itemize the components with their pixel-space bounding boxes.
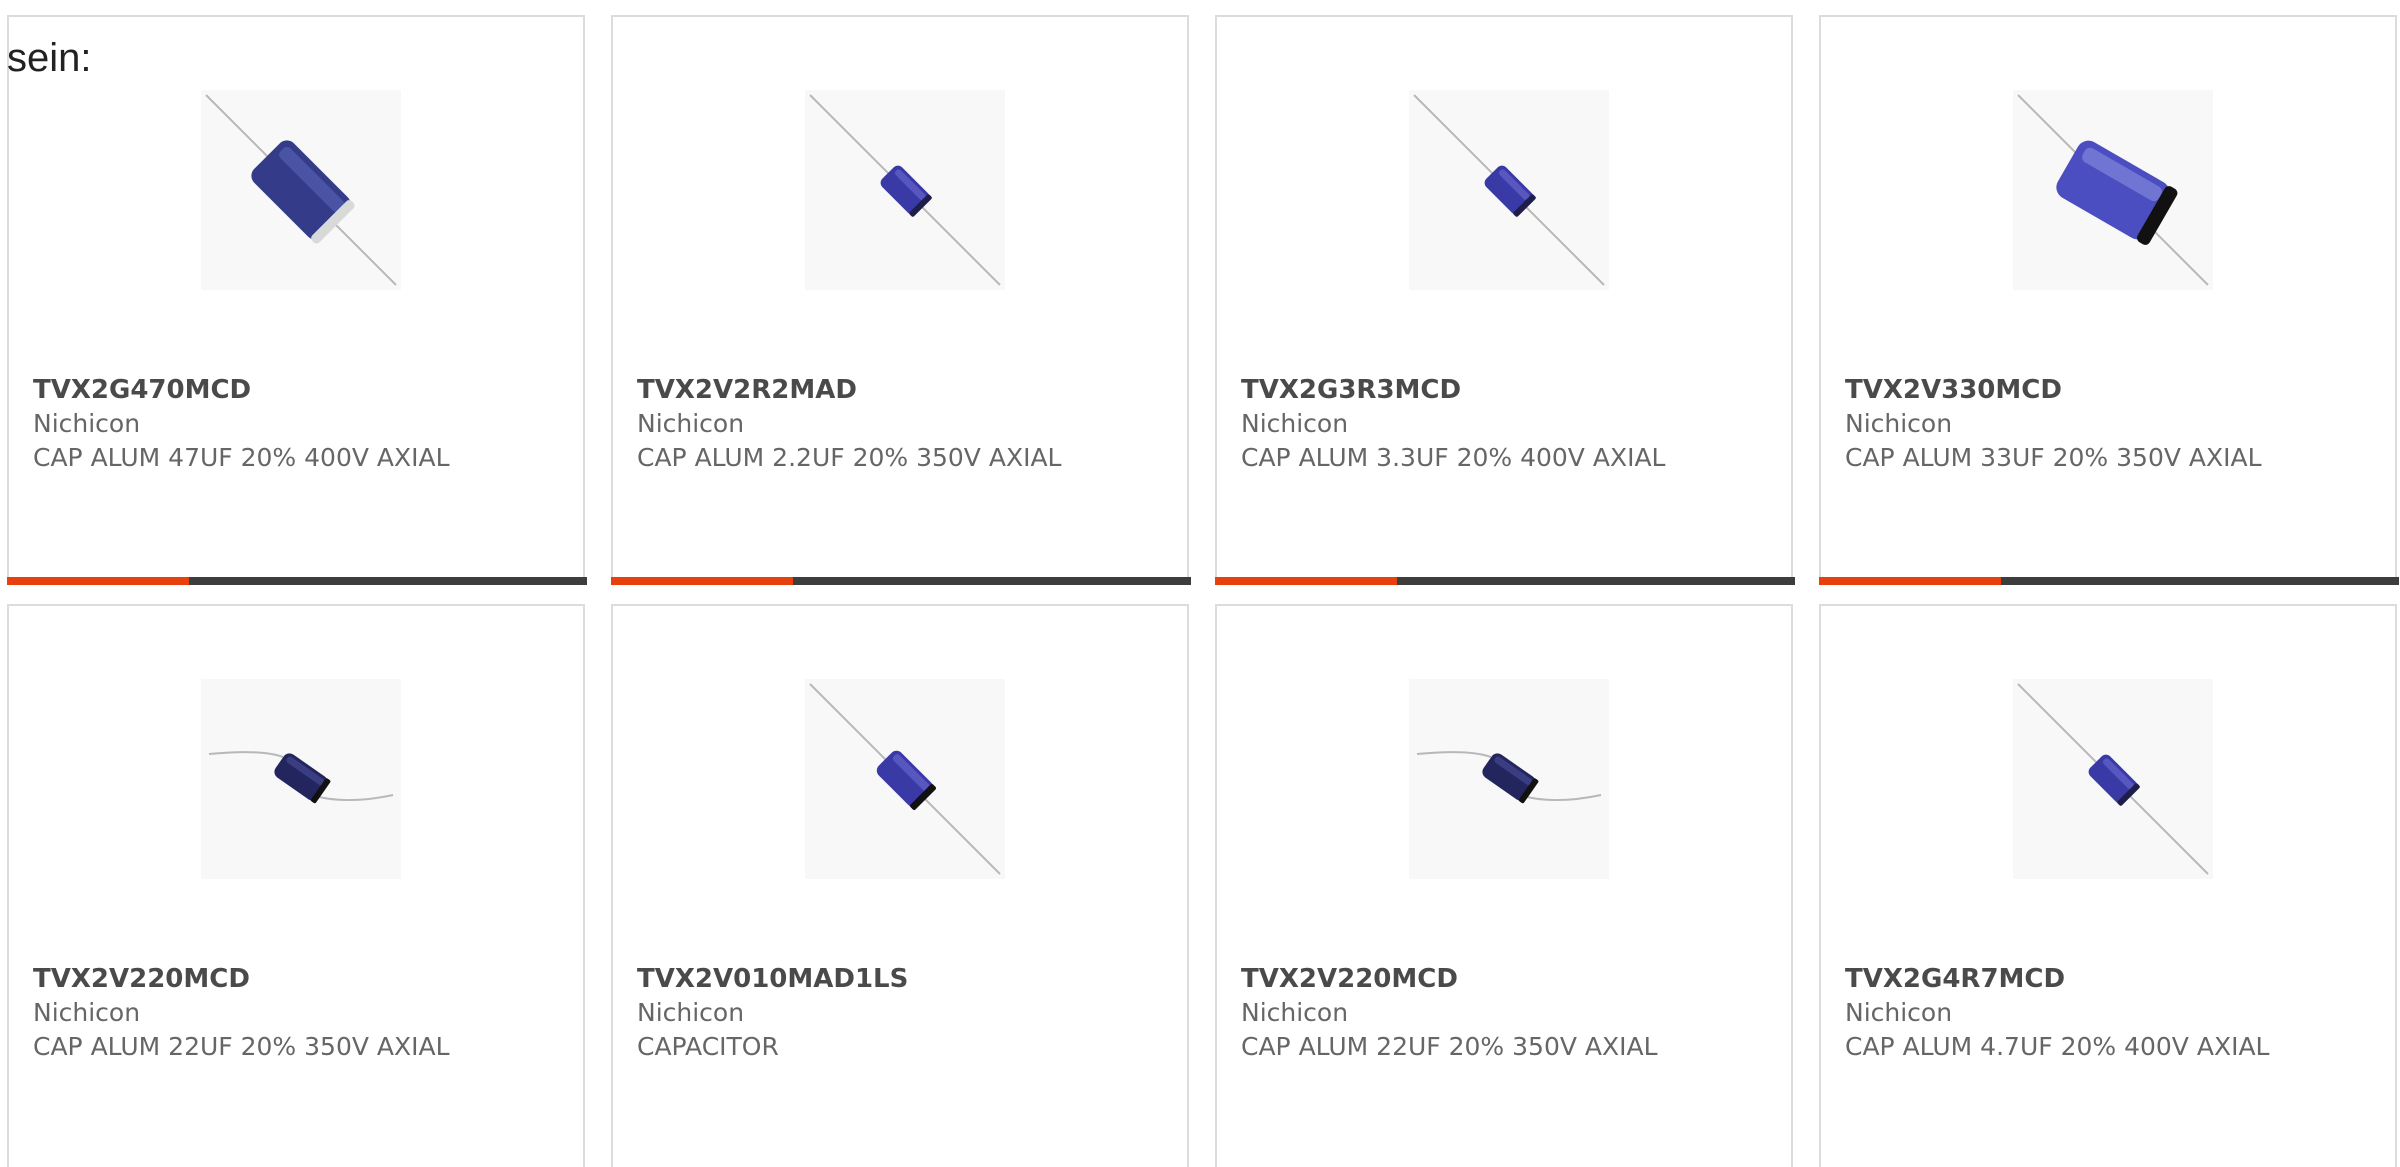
- part-number-link[interactable]: TVX2V010MAD1LS: [637, 962, 908, 996]
- card-bottom-bar: [1215, 577, 1795, 585]
- product-description: CAP ALUM 22UF 20% 350V AXIAL: [1241, 1032, 1658, 1061]
- manufacturer-name: Nichicon: [1241, 998, 1349, 1027]
- product-description: CAP ALUM 33UF 20% 350V AXIAL: [1845, 443, 2262, 472]
- card-accent-bar: [1819, 577, 2001, 585]
- product-description: CAPACITOR: [637, 1032, 779, 1061]
- manufacturer-name: Nichicon: [33, 998, 141, 1027]
- card-bottom-bar: [1819, 577, 2399, 585]
- card-bottom-bar: [7, 577, 587, 585]
- part-number-link[interactable]: TVX2V330MCD: [1845, 373, 2062, 407]
- product-card[interactable]: TVX2G3R3MCD Nichicon CAP ALUM 3.3UF 20% …: [1215, 15, 1795, 585]
- axial-capacitor-small-icon[interactable]: [805, 90, 1005, 290]
- product-card[interactable]: TVX2V2R2MAD Nichicon CAP ALUM 2.2UF 20% …: [611, 15, 1191, 585]
- manufacturer-name: Nichicon: [637, 998, 745, 1027]
- manufacturer-name: Nichicon: [1845, 409, 1953, 438]
- part-number-link[interactable]: TVX2V220MCD: [1241, 962, 1458, 996]
- card-accent-bar: [1215, 577, 1397, 585]
- manufacturer-name: Nichicon: [1241, 409, 1349, 438]
- product-description: CAP ALUM 4.7UF 20% 400V AXIAL: [1845, 1032, 2270, 1061]
- product-description: CAP ALUM 47UF 20% 400V AXIAL: [33, 443, 450, 472]
- axial-capacitor-small-icon[interactable]: [805, 679, 1005, 879]
- part-number-link[interactable]: TVX2V2R2MAD: [637, 373, 857, 407]
- manufacturer-name: Nichicon: [33, 409, 141, 438]
- product-card[interactable]: TVX2G470MCD Nichicon CAP ALUM 47UF 20% 4…: [7, 15, 587, 585]
- product-card[interactable]: TVX2G4R7MCD Nichicon CAP ALUM 4.7UF 20% …: [1819, 604, 2397, 1167]
- product-description: CAP ALUM 2.2UF 20% 350V AXIAL: [637, 443, 1062, 472]
- intro-text: sein:: [7, 36, 92, 80]
- product-card[interactable]: TVX2V220MCD Nichicon CAP ALUM 22UF 20% 3…: [1215, 604, 1793, 1167]
- product-card[interactable]: TVX2V010MAD1LS Nichicon CAPACITOR: [611, 604, 1189, 1167]
- product-grid-page: sein: TVX2G470MCD Nichicon CAP ALUM 47UF…: [0, 0, 2400, 1167]
- axial-capacitor-large-icon[interactable]: [201, 90, 401, 290]
- card-bottom-bar: [611, 577, 1191, 585]
- manufacturer-name: Nichicon: [1845, 998, 1953, 1027]
- product-card[interactable]: TVX2V330MCD Nichicon CAP ALUM 33UF 20% 3…: [1819, 15, 2399, 585]
- axial-capacitor-bent-leads-icon[interactable]: [1409, 679, 1609, 879]
- manufacturer-name: Nichicon: [637, 409, 745, 438]
- product-card[interactable]: TVX2V220MCD Nichicon CAP ALUM 22UF 20% 3…: [7, 604, 585, 1167]
- part-number-link[interactable]: TVX2V220MCD: [33, 962, 250, 996]
- card-accent-bar: [611, 577, 793, 585]
- axial-capacitor-bent-leads-icon[interactable]: [201, 679, 401, 879]
- axial-capacitor-large-icon[interactable]: [2013, 90, 2213, 290]
- axial-capacitor-small-icon[interactable]: [1409, 90, 1609, 290]
- part-number-link[interactable]: TVX2G470MCD: [33, 373, 251, 407]
- card-accent-bar: [7, 577, 189, 585]
- product-description: CAP ALUM 22UF 20% 350V AXIAL: [33, 1032, 450, 1061]
- part-number-link[interactable]: TVX2G3R3MCD: [1241, 373, 1461, 407]
- product-description: CAP ALUM 3.3UF 20% 400V AXIAL: [1241, 443, 1666, 472]
- part-number-link[interactable]: TVX2G4R7MCD: [1845, 962, 2065, 996]
- axial-capacitor-small-icon[interactable]: [2013, 679, 2213, 879]
